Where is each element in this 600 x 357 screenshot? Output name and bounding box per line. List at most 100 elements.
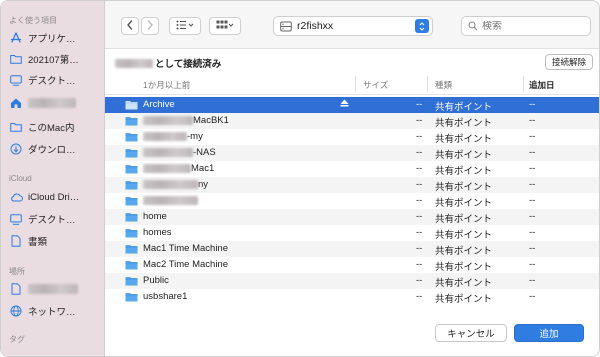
- redacted-text: [143, 147, 193, 157]
- shared-folder-icon: [125, 213, 138, 222]
- row-kind: 共有ポイント: [435, 198, 493, 209]
- sidebar-item-network[interactable]: ネットワ…: [9, 302, 103, 320]
- grid-view-button[interactable]: [209, 17, 241, 35]
- column-header-kind[interactable]: 種類: [435, 79, 452, 91]
- table-row[interactable]: -my -- 共有ポイント --: [105, 129, 599, 145]
- row-name-text: MacBK1: [193, 115, 229, 126]
- sidebar-section-locations: 場所: [9, 267, 25, 276]
- connection-status: として接続済み: [115, 56, 221, 70]
- row-size: --: [416, 99, 423, 110]
- apps-icon: [9, 31, 23, 45]
- row-kind: 共有ポイント: [435, 262, 493, 273]
- cancel-button[interactable]: キャンセル: [435, 324, 507, 342]
- redacted-username: [28, 98, 76, 108]
- search-input[interactable]: [482, 20, 582, 32]
- table-row[interactable]: homes -- 共有ポイント --: [105, 225, 599, 241]
- list-view-button[interactable]: [169, 17, 201, 35]
- column-header-date-added[interactable]: 追加日: [529, 79, 555, 91]
- row-date-added: --: [529, 131, 536, 142]
- sidebar-item-downloads[interactable]: ダウンロ…: [9, 140, 103, 158]
- redacted-location: [28, 284, 78, 294]
- sidebar-item-label: iCloud Dri…: [28, 191, 80, 203]
- forward-button[interactable]: [141, 17, 159, 35]
- shared-folder-icon: [125, 245, 138, 254]
- row-name: -NAS: [143, 147, 216, 158]
- sidebar-item-desktop[interactable]: デスクト…: [9, 71, 103, 89]
- table-row[interactable]: ny -- 共有ポイント --: [105, 177, 599, 193]
- cloud-icon: [9, 190, 23, 204]
- row-kind: 共有ポイント: [435, 182, 493, 193]
- table-row[interactable]: MacBK1 -- 共有ポイント --: [105, 113, 599, 129]
- row-name: Public: [143, 275, 169, 286]
- table-row[interactable]: -NAS -- 共有ポイント --: [105, 145, 599, 161]
- sidebar-item-home[interactable]: [9, 94, 103, 112]
- table-row[interactable]: Mac2 Time Machine -- 共有ポイント --: [105, 257, 599, 273]
- shared-folder-icon: [125, 149, 138, 158]
- row-size: --: [416, 195, 423, 206]
- row-kind: 共有ポイント: [435, 166, 493, 177]
- row-name: homes: [143, 227, 172, 238]
- row-kind: 共有ポイント: [435, 118, 493, 129]
- sidebar-item-icloud-drive[interactable]: iCloud Dri…: [9, 188, 103, 206]
- folder-icon: [9, 52, 23, 66]
- sidebar-item-label: 202107第…: [28, 55, 79, 66]
- folder-icon: [9, 120, 23, 134]
- row-name-text: -my: [187, 131, 203, 142]
- sidebar-item-label: 書類: [28, 237, 48, 248]
- row-name: Mac1 Time Machine: [143, 243, 228, 254]
- eject-icon[interactable]: [340, 99, 349, 109]
- row-date-added: --: [529, 243, 536, 254]
- row-name-text: usbshare1: [143, 291, 188, 302]
- row-size: --: [416, 227, 423, 238]
- redacted-text: [143, 179, 198, 189]
- row-date-added: --: [529, 259, 536, 270]
- row-size: --: [416, 131, 423, 142]
- column-divider: [523, 76, 524, 92]
- search-field[interactable]: [461, 16, 591, 36]
- table-row[interactable]: home -- 共有ポイント --: [105, 209, 599, 225]
- sidebar-section-favorites: よく使う項目: [9, 16, 57, 25]
- sidebar-item-this-mac[interactable]: このMac内: [9, 118, 103, 136]
- row-kind: 共有ポイント: [435, 294, 493, 305]
- document-icon: [9, 234, 23, 248]
- row-kind: 共有ポイント: [435, 278, 493, 289]
- row-name-text: Public: [143, 275, 169, 286]
- back-button[interactable]: [121, 17, 139, 35]
- toolbar: r2fishxx: [105, 1, 599, 49]
- desktop-icon: [9, 73, 23, 87]
- shared-folder-icon: [125, 101, 138, 110]
- table-row[interactable]: Mac1 Time Machine -- 共有ポイント --: [105, 241, 599, 257]
- disconnect-button[interactable]: 接続解除: [544, 54, 593, 70]
- row-name-text: -NAS: [193, 147, 216, 158]
- table-row[interactable]: Archive -- 共有ポイント --: [105, 97, 599, 113]
- redacted-text: [143, 163, 191, 173]
- table-row[interactable]: Public -- 共有ポイント --: [105, 273, 599, 289]
- table-row[interactable]: -- 共有ポイント --: [105, 193, 599, 209]
- row-size: --: [416, 115, 423, 126]
- column-header-name[interactable]: 1か月以上前: [143, 79, 190, 91]
- row-date-added: --: [529, 275, 536, 286]
- row-name-text: Mac1: [191, 163, 215, 174]
- sidebar-item-label: デスクト…: [28, 76, 76, 87]
- table-row[interactable]: usbshare1 -- 共有ポイント --: [105, 289, 599, 305]
- location-popup[interactable]: r2fishxx: [273, 16, 433, 36]
- row-date-added: --: [529, 227, 536, 238]
- sidebar-item-applications[interactable]: アプリケ…: [9, 29, 103, 47]
- column-header-size[interactable]: サイズ: [363, 79, 388, 91]
- chevron-right-icon: [146, 19, 154, 33]
- home-icon: [9, 96, 23, 110]
- row-name: ny: [143, 179, 208, 190]
- row-kind: 共有ポイント: [435, 230, 493, 241]
- row-size: --: [416, 147, 423, 158]
- row-name: [143, 195, 198, 206]
- list-view-icon: [176, 20, 194, 33]
- sidebar-item-folder-202107[interactable]: 202107第…: [9, 50, 103, 68]
- row-name: usbshare1: [143, 291, 187, 302]
- add-button[interactable]: 追加: [514, 324, 584, 342]
- sidebar-item-icloud-desktop[interactable]: デスクト…: [9, 210, 103, 228]
- sidebar-item-documents[interactable]: 書類: [9, 232, 103, 250]
- desktop-icon: [9, 212, 23, 226]
- redacted-account: [115, 58, 153, 68]
- table-row[interactable]: Mac1 -- 共有ポイント --: [105, 161, 599, 177]
- sidebar-item-location-redacted[interactable]: [9, 280, 103, 298]
